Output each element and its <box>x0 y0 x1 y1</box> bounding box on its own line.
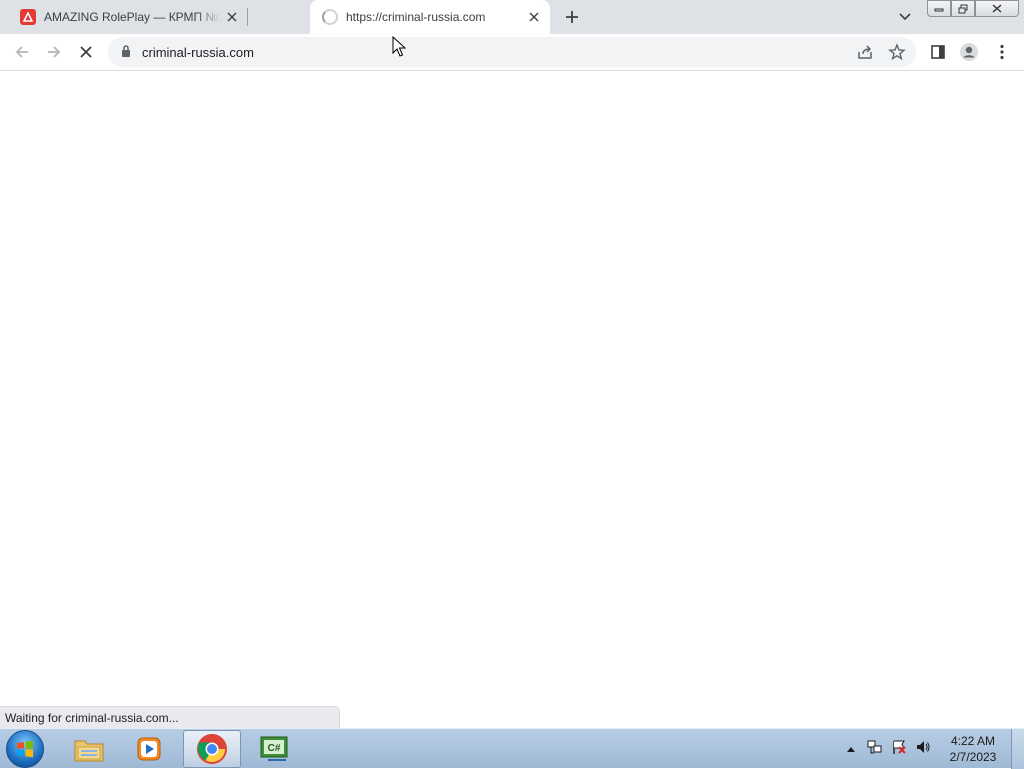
arrow-right-icon <box>48 46 61 58</box>
browser-toolbar: criminal-russia.com <box>0 34 1024 71</box>
lock-icon[interactable] <box>120 44 132 63</box>
action-center-flag-icon[interactable] <box>891 739 907 760</box>
windows-logo-icon <box>17 740 33 758</box>
chevron-down-icon <box>899 13 911 21</box>
bookmark-star-icon[interactable] <box>888 43 906 66</box>
address-bar[interactable]: criminal-russia.com <box>108 37 916 67</box>
show-desktop-button[interactable] <box>1011 729 1024 769</box>
taskbar: C# 4:22 AM 2/7/2023 <box>0 728 1024 769</box>
forward-button[interactable] <box>42 40 66 64</box>
profile-button[interactable] <box>957 40 981 64</box>
arrow-left-icon <box>15 46 28 58</box>
clock-time: 4:22 AM <box>950 734 996 748</box>
close-window-button[interactable] <box>975 0 1019 17</box>
volume-icon[interactable] <box>915 739 931 760</box>
csharp-icon: C# <box>260 736 288 761</box>
taskbar-clock[interactable]: 4:22 AM 2/7/2023 <box>942 733 1004 765</box>
folder-icon <box>74 740 104 762</box>
tab-search-button[interactable] <box>894 6 916 28</box>
restore-button[interactable] <box>951 0 975 17</box>
page-content <box>0 72 1024 728</box>
tab-strip: AMAZING RolePlay — КРМП №1 https://crimi… <box>0 0 1024 34</box>
minimize-icon <box>934 8 944 11</box>
restore-icon <box>958 4 968 13</box>
kebab-menu-icon <box>1000 44 1004 60</box>
media-player-icon <box>137 737 161 761</box>
svg-text:C#: C# <box>268 743 281 754</box>
taskbar-media-player[interactable] <box>120 730 178 768</box>
new-tab-button[interactable] <box>561 6 583 28</box>
side-panel-button[interactable] <box>926 40 950 64</box>
taskbar-csharp[interactable]: C# <box>246 730 304 768</box>
stop-loading-button[interactable] <box>74 40 98 64</box>
clock-date: 2/7/2023 <box>949 750 997 764</box>
network-icon[interactable] <box>867 739 883 760</box>
mouse-cursor-icon <box>392 36 406 57</box>
loading-spinner-icon <box>322 9 338 25</box>
tab-separator <box>247 8 248 26</box>
tab-amazing-roleplay[interactable]: AMAZING RolePlay — КРМП №1 <box>8 0 248 34</box>
tab-close-icon[interactable] <box>222 7 242 27</box>
window-controls <box>927 0 1019 17</box>
minimize-button[interactable] <box>927 0 951 17</box>
system-tray <box>845 729 931 769</box>
chevron-up-icon <box>847 747 855 752</box>
amazing-logo-icon <box>20 9 36 25</box>
chrome-icon <box>197 734 227 764</box>
tab-title: AMAZING RolePlay — КРМП №1 <box>44 10 222 24</box>
tab-title: https://criminal-russia.com <box>346 10 486 24</box>
side-panel-icon <box>931 45 945 59</box>
tab-criminal-russia[interactable]: https://criminal-russia.com <box>310 0 550 34</box>
profile-avatar-icon <box>960 43 978 61</box>
stop-icon <box>80 46 92 58</box>
plus-icon <box>566 11 578 23</box>
share-icon[interactable] <box>856 43 874 66</box>
tab-close-icon[interactable] <box>524 7 544 27</box>
taskbar-chrome[interactable] <box>183 730 241 768</box>
close-icon <box>992 4 1002 13</box>
show-hidden-icons-button[interactable] <box>845 746 857 752</box>
url-text[interactable]: criminal-russia.com <box>142 45 254 60</box>
start-button[interactable] <box>6 730 44 768</box>
back-button[interactable] <box>10 40 34 64</box>
menu-button[interactable] <box>990 40 1014 64</box>
taskbar-explorer[interactable] <box>60 730 118 768</box>
status-bubble: Waiting for criminal-russia.com... <box>0 706 340 728</box>
